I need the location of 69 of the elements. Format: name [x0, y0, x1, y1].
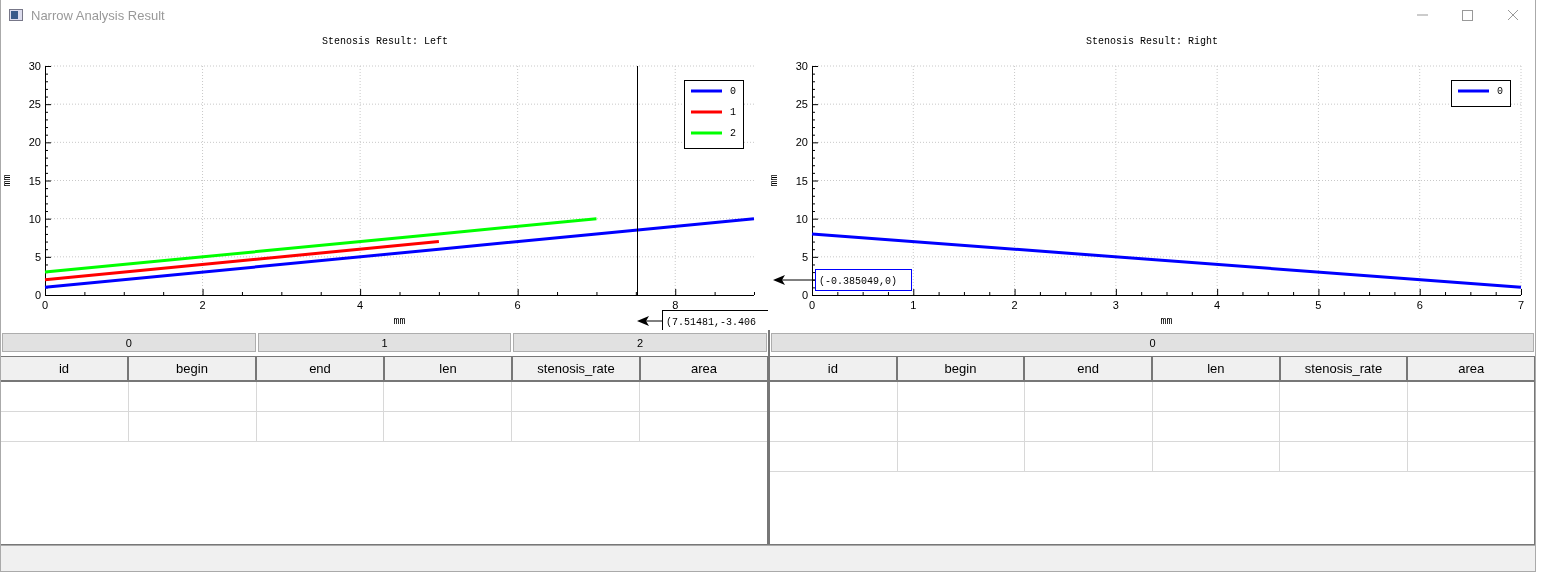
- arrow: [637, 316, 663, 326]
- tick-label: 4: [1214, 299, 1221, 311]
- maximize-icon: [1462, 9, 1473, 21]
- app-icon: [9, 9, 23, 21]
- tick-label: 20: [28, 136, 41, 149]
- tick-label: 4: [357, 299, 364, 311]
- table-row[interactable]: [1, 382, 767, 412]
- tick-label: 0: [808, 299, 816, 311]
- axis-title: mm: [769, 174, 780, 187]
- column-header[interactable]: id: [1, 357, 129, 380]
- close-icon: [1506, 9, 1519, 21]
- table-row[interactable]: [770, 442, 1534, 472]
- column-header[interactable]: end: [1025, 357, 1153, 380]
- legend-label: 1: [730, 107, 736, 118]
- legend-background: [1451, 80, 1511, 107]
- column-header[interactable]: len: [1153, 357, 1281, 380]
- legend-background: [684, 80, 744, 149]
- tick-label: 8: [672, 299, 679, 311]
- table-row[interactable]: [770, 382, 1534, 412]
- legend-label: 0: [1497, 86, 1503, 97]
- chart-title: Stenosis Result: Right: [1086, 36, 1218, 47]
- tick-label: 2: [199, 299, 206, 311]
- tick-label: 5: [1315, 299, 1322, 311]
- chart-title: Stenosis Result: Left: [322, 36, 448, 47]
- tracer-label: (-0.385049,0): [819, 276, 897, 287]
- tick-label: 0: [41, 299, 49, 311]
- tick-label: 2: [1011, 299, 1018, 311]
- column-header[interactable]: stenosis_rate: [1280, 357, 1409, 380]
- table-row[interactable]: [1, 412, 767, 442]
- group-header: 2: [513, 333, 767, 352]
- tick-label: 0: [34, 289, 41, 301]
- window-title: Narrow Analysis Result: [31, 7, 165, 23]
- column-header[interactable]: end: [257, 357, 385, 380]
- axis-title: mm: [393, 316, 406, 327]
- column-header[interactable]: id: [770, 357, 898, 380]
- column-header[interactable]: begin: [897, 357, 1026, 380]
- column-header[interactable]: len: [385, 357, 513, 380]
- tick-label: 6: [1416, 299, 1423, 311]
- tick-label: 30: [795, 60, 808, 72]
- group-header: 0: [771, 333, 1534, 352]
- column-header[interactable]: area: [1408, 357, 1535, 380]
- axis-title: mm: [2, 174, 13, 187]
- tick-label: 15: [795, 174, 808, 187]
- arrow: [773, 275, 816, 285]
- tick-label: 10: [795, 212, 808, 225]
- tick-label: 3: [1112, 299, 1119, 311]
- tracer-label: (7.51481,-3.406: [666, 317, 756, 328]
- tick-label: 5: [801, 250, 808, 263]
- tick-label: 6: [514, 299, 521, 311]
- tick-label: 15: [28, 174, 41, 187]
- column-header[interactable]: area: [641, 357, 767, 380]
- axis-title: mm: [1160, 316, 1173, 327]
- tick-label: 0: [801, 289, 808, 301]
- column-header[interactable]: stenosis_rate: [513, 357, 641, 380]
- tick-label: 7: [1517, 299, 1525, 311]
- minimize-icon: [1417, 14, 1428, 16]
- tick-label: 5: [34, 250, 41, 263]
- tick-label: 20: [795, 136, 808, 149]
- tick-label: 25: [795, 98, 808, 111]
- tick-label: 30: [28, 60, 41, 72]
- legend-label: 0: [730, 86, 736, 97]
- table-row[interactable]: [770, 412, 1534, 442]
- group-header: 1: [257, 333, 512, 352]
- legend-label: 2: [730, 128, 736, 139]
- tick-label: 10: [28, 212, 41, 225]
- column-header[interactable]: begin: [129, 357, 257, 380]
- tick-label: 25: [28, 98, 41, 111]
- group-header: 0: [2, 333, 256, 352]
- tick-label: 1: [910, 299, 917, 311]
